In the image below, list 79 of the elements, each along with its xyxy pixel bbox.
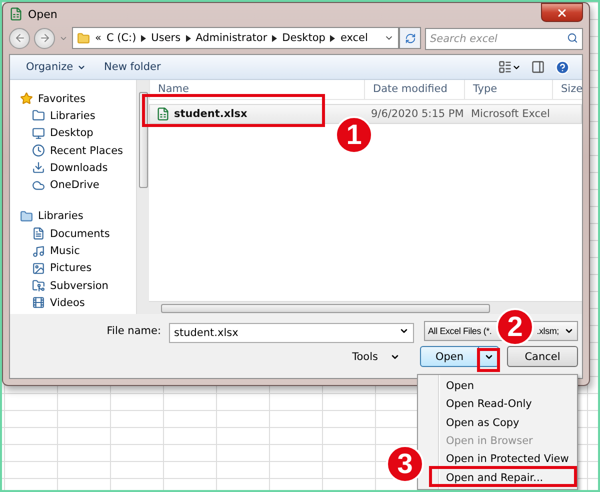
sidebar-item[interactable]: Documents: [20, 225, 136, 242]
type-cell-text: Microsoft Excel: [470, 108, 551, 120]
folder-icon: [77, 32, 90, 44]
list-icon: [498, 60, 512, 74]
separator-icon: [186, 34, 191, 42]
open-button[interactable]: Open: [420, 346, 499, 367]
toolbar-button[interactable]: Organize: [20, 59, 92, 75]
star-icon: [20, 92, 33, 106]
sidebar-item[interactable]: Videos: [20, 294, 136, 312]
menu-item[interactable]: Open Read-Only: [444, 395, 575, 414]
separator-icon: [330, 34, 336, 42]
forward-button[interactable]: [34, 28, 55, 48]
menu-item[interactable]: Open: [444, 377, 575, 396]
breadcrumb[interactable]: Administrator: [196, 32, 268, 44]
sidebar-item[interactable]: Music: [20, 242, 136, 260]
sidebar-group[interactable]: Favorites: [20, 90, 136, 108]
download-icon: [32, 161, 45, 174]
close-button[interactable]: [541, 3, 583, 22]
breadcrumb[interactable]: Desktop: [282, 32, 326, 44]
file-row[interactable]: student.xlsx 9/6/2020 5:15 PM Microsoft Excel: [149, 104, 582, 124]
sidebar-item[interactable]: Subversion: [20, 276, 136, 294]
arrow-right-icon: [38, 32, 50, 44]
back-button[interactable]: [9, 28, 30, 48]
file-name-field[interactable]: student.xlsx: [169, 323, 414, 343]
cloud-icon: [32, 178, 45, 192]
spreadsheet-icon: [9, 7, 23, 21]
separator-icon: [272, 34, 278, 42]
help-button[interactable]: [553, 58, 572, 76]
caret-icon[interactable]: [399, 326, 409, 336]
separator-icon: [141, 34, 146, 42]
search-icon: [567, 32, 578, 44]
music-icon: [32, 244, 45, 258]
image-icon: [32, 262, 45, 275]
column-header[interactable]: Date modified: [364, 80, 464, 99]
sidebar-item[interactable]: Desktop: [20, 124, 136, 142]
sidebar-item[interactable]: OneDrive: [20, 176, 136, 194]
toolbar-button[interactable]: New folder: [98, 59, 167, 75]
file-name: student.xlsx: [174, 108, 248, 120]
address-bar[interactable]: « C (C:) Users Administrator Desktop excel: [72, 27, 399, 49]
spreadsheet-icon: [156, 107, 170, 121]
folder-icon: [32, 109, 45, 122]
menu-item[interactable]: Open in Protected View: [444, 450, 575, 468]
search-field[interactable]: Search excel: [425, 28, 583, 50]
folder-icon: [32, 279, 45, 292]
film-icon: [32, 296, 45, 310]
sidebar-item[interactable]: Pictures: [20, 260, 136, 277]
column-header[interactable]: Name: [149, 80, 364, 99]
arrow-left-icon: [14, 32, 26, 44]
highlight-frame: [477, 348, 500, 372]
sidebar-group[interactable]: Libraries: [20, 208, 136, 226]
preview-pane-button[interactable]: [529, 58, 547, 76]
column-header[interactable]: Type: [464, 80, 552, 99]
clock-icon: [32, 144, 45, 158]
sidebar-item[interactable]: Downloads: [20, 159, 136, 176]
column-header[interactable]: Size: [552, 80, 582, 99]
tools-button[interactable]: Tools: [346, 350, 406, 364]
breadcrumb[interactable]: C (C:): [106, 32, 136, 44]
cancel-button[interactable]: Cancel: [507, 346, 578, 367]
help-icon: [555, 60, 570, 74]
overflow-chevron[interactable]: «: [95, 32, 102, 44]
breadcrumb[interactable]: Users: [151, 32, 181, 44]
file-name-label: File name:: [106, 325, 161, 337]
monitor-icon: [32, 126, 45, 140]
sidebar-item[interactable]: Recent Places: [20, 142, 136, 160]
folder-icon: [20, 210, 33, 223]
breadcrumb[interactable]: excel: [340, 32, 368, 44]
scrollbar-thumb[interactable]: [161, 304, 490, 312]
date-cell-text: 9/6/2020 5:15 PM: [370, 108, 465, 120]
sidebar-item[interactable]: Libraries: [20, 107, 136, 125]
document-icon: [32, 227, 45, 240]
refresh-icon: [404, 32, 416, 44]
pane-icon: [531, 60, 545, 74]
menu-item[interactable]: Open as Copy: [444, 414, 575, 432]
step-number: 3: [386, 445, 424, 483]
window-title: Open: [28, 8, 58, 20]
close-icon: [556, 6, 568, 18]
refresh-button[interactable]: [399, 27, 421, 49]
menu-item[interactable]: Open and Repair...: [444, 468, 575, 487]
caret-icon: [564, 326, 574, 336]
